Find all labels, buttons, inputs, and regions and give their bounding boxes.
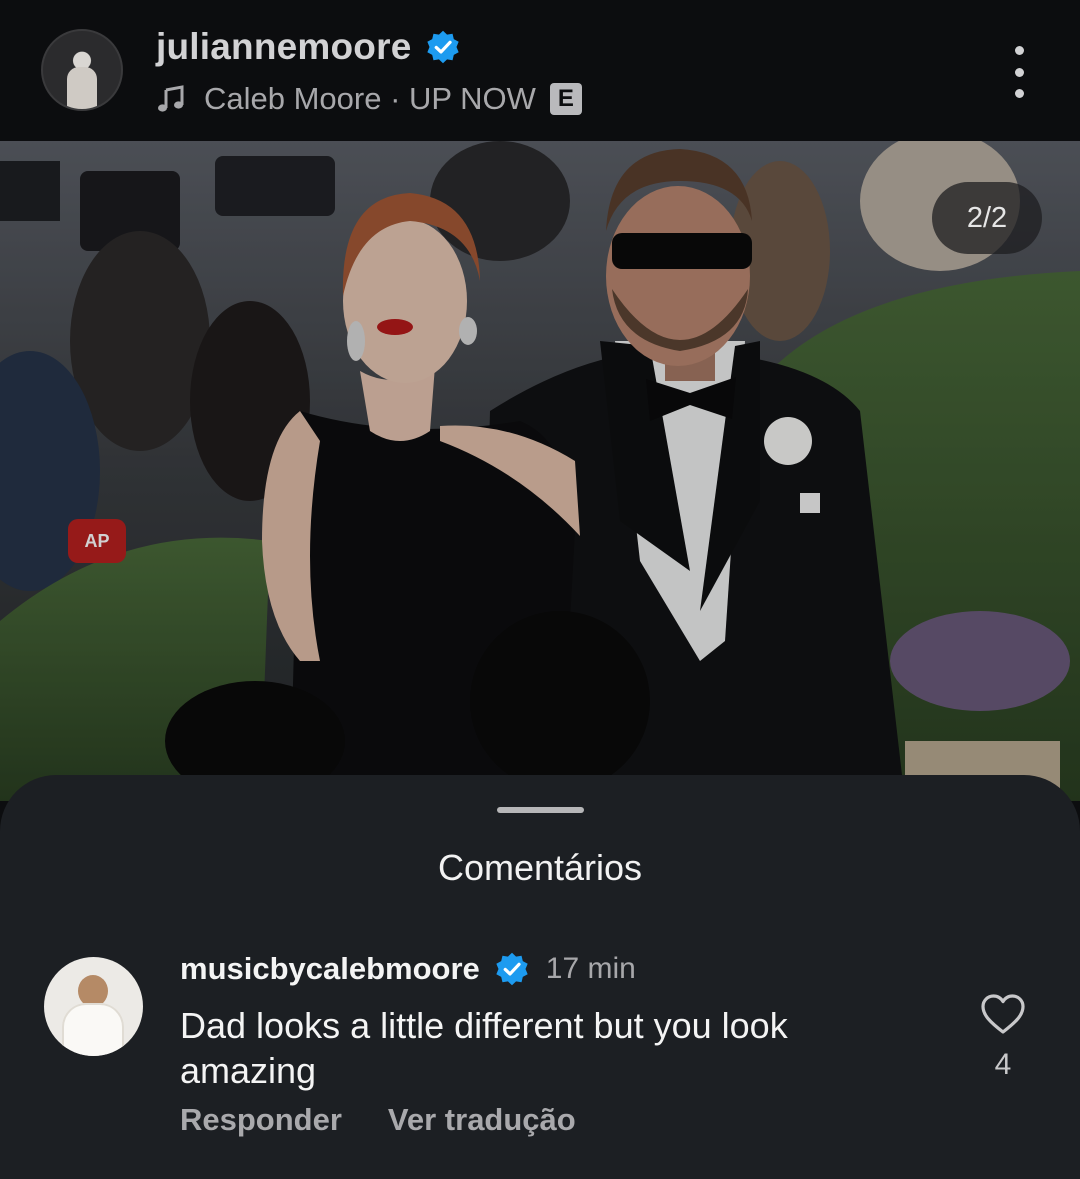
comments-sheet: Comentários musicbycalebmoore 17 min Dad… bbox=[0, 775, 1080, 1179]
comment-text: Dad looks a little different but you loo… bbox=[180, 1005, 788, 1091]
music-note-icon bbox=[158, 85, 184, 112]
explicit-badge: E bbox=[549, 83, 582, 115]
verified-badge-icon bbox=[496, 952, 528, 986]
commenter-avatar[interactable] bbox=[44, 957, 143, 1056]
more-options-button[interactable] bbox=[1000, 46, 1038, 98]
heart-outline-icon[interactable] bbox=[980, 993, 1026, 1035]
commenter-username[interactable]: musicbycalebmoore bbox=[180, 951, 480, 987]
profile-avatar[interactable] bbox=[41, 29, 123, 111]
music-artist: Caleb Moore bbox=[204, 81, 382, 116]
verified-badge-icon bbox=[427, 30, 460, 64]
see-translation-button[interactable]: Ver tradução bbox=[388, 1102, 576, 1138]
sheet-drag-handle[interactable] bbox=[497, 807, 584, 813]
more-dot bbox=[1014, 89, 1024, 98]
more-vertical-icon bbox=[1014, 46, 1024, 55]
more-dot bbox=[1014, 67, 1024, 77]
image-counter: 2/2 bbox=[932, 182, 1042, 254]
comment-header: musicbycalebmoore 17 min bbox=[180, 947, 636, 991]
username-row: juliannemoore bbox=[156, 24, 461, 70]
reply-button[interactable]: Responder bbox=[180, 1102, 342, 1138]
post-username[interactable]: juliannemoore bbox=[156, 26, 411, 68]
comments-title: Comentários bbox=[437, 847, 643, 888]
like-count: 4 bbox=[994, 1048, 1012, 1081]
comment-actions: Responder Ver tradução bbox=[180, 1102, 576, 1138]
music-row[interactable]: Caleb Moore · UP NOW E bbox=[156, 78, 582, 120]
music-track: UP NOW bbox=[409, 81, 536, 116]
music-info: Caleb Moore · UP NOW bbox=[204, 81, 536, 117]
photo-illustration: AP bbox=[0, 141, 1080, 801]
comment-time: 17 min bbox=[545, 952, 636, 985]
post-photo[interactable]: AP 2/2 bbox=[0, 141, 1080, 801]
music-separator: · bbox=[381, 81, 410, 116]
post-header: juliannemoore Caleb Moore · UP NOW E bbox=[0, 0, 1080, 141]
